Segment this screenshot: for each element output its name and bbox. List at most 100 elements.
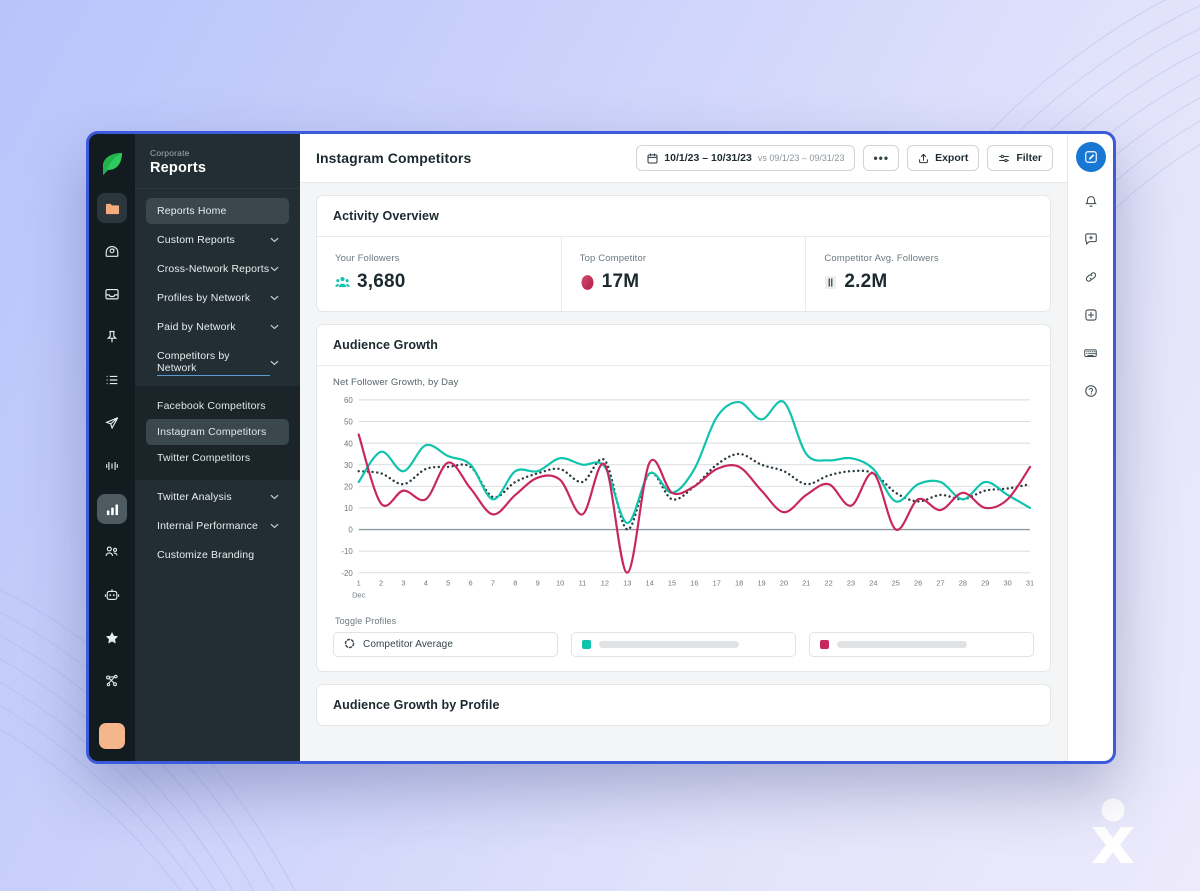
toggle-label-text: Competitor Average	[363, 639, 453, 651]
sidebar-item-twitter-analysis[interactable]: Twitter Analysis	[146, 484, 289, 510]
compose-button[interactable]	[1075, 142, 1106, 172]
bot-icon	[104, 589, 120, 601]
help-button[interactable]	[1078, 378, 1104, 404]
metric-top-competitor: Top Competitor 17M	[562, 237, 807, 311]
metric-value-wrap: 2.2M	[824, 271, 1032, 293]
chart-series-2	[357, 452, 1032, 531]
color-swatch-teal	[582, 640, 591, 650]
sidebar-item-paid-by-network[interactable]: Paid by Network	[146, 314, 289, 340]
audience-growth-card: Audience Growth Net Follower Growth, by …	[316, 324, 1051, 673]
filter-label: Filter	[1016, 152, 1042, 164]
date-range-picker[interactable]: 10/1/23 – 10/31/23 vs 09/1/23 – 09/31/23	[636, 145, 856, 171]
sidebar-item-list[interactable]	[97, 365, 127, 395]
toggle-profile-teal[interactable]	[571, 632, 796, 658]
icon-rail	[89, 134, 135, 761]
toggle-competitor-average[interactable]: Competitor Average	[333, 632, 558, 658]
sidebar-item-customize-branding[interactable]: Customize Branding	[146, 542, 289, 568]
svg-text:20: 20	[780, 579, 788, 588]
chevron-down-icon	[270, 324, 279, 330]
notifications-button[interactable]	[1078, 188, 1104, 214]
svg-text:7: 7	[491, 579, 495, 588]
svg-text:15: 15	[668, 579, 676, 588]
followers-group-icon	[335, 276, 350, 289]
sidebar-item-custom-reports[interactable]: Custom Reports	[146, 227, 289, 253]
export-button[interactable]: Export	[907, 145, 980, 171]
metrics-row: Your Followers 3,680 Top Competitor 17M …	[317, 237, 1050, 311]
top-bar-tools: 10/1/23 – 10/31/23 vs 09/1/23 – 09/31/23…	[636, 145, 1053, 171]
svg-text:40: 40	[344, 439, 353, 448]
sidebar-item-folder[interactable]	[97, 193, 127, 223]
copy-link-button[interactable]	[1078, 264, 1104, 290]
list-icon	[106, 375, 118, 385]
svg-text:31: 31	[1026, 579, 1034, 588]
bar-chart-icon	[106, 503, 118, 515]
top-bar: Instagram Competitors 10/1/23 – 10/31/23…	[300, 134, 1067, 183]
sidebar-item-reports-home[interactable]: Reports Home	[146, 198, 289, 224]
filter-button[interactable]: Filter	[987, 145, 1053, 171]
sidebar-item-pin[interactable]	[97, 322, 127, 352]
folder-icon	[105, 203, 119, 214]
color-swatch-crimson	[820, 640, 829, 650]
sidebar-item-label: Internal Performance	[157, 520, 259, 532]
date-range-value: 10/1/23 – 10/31/23	[664, 152, 752, 164]
sidebar-item-label: Twitter Analysis	[157, 491, 232, 503]
keyboard-shortcuts-button[interactable]	[1078, 340, 1104, 366]
sprout-leaf-logo[interactable]	[97, 149, 127, 179]
sidebar-item-twitter-competitors[interactable]: Twitter Competitors	[146, 445, 289, 471]
sidebar-item-advocacy[interactable]	[97, 537, 127, 567]
sidebar-item-facebook-competitors[interactable]: Facebook Competitors	[146, 393, 289, 419]
avatar[interactable]	[99, 723, 125, 749]
chevron-down-icon	[270, 266, 279, 272]
svg-text:30: 30	[344, 461, 353, 470]
chart-area: 60 50 40 30 20 10 0 -10 -20 1 2 3 4 5 6 7 8 9 10 11 12 13 14 15…	[333, 394, 1034, 606]
sidebar-item-bots[interactable]	[97, 580, 127, 610]
sidebar-item-profiles-by-network[interactable]: Profiles by Network	[146, 285, 289, 311]
activity-overview-card: Activity Overview Your Followers 3,680 T…	[316, 195, 1051, 312]
svg-text:5: 5	[446, 579, 450, 588]
more-options-button[interactable]: •••	[863, 145, 900, 171]
svg-text:24: 24	[869, 579, 877, 588]
toggle-profiles-row: Competitor Average	[333, 632, 1034, 658]
brand-block: Corporate Reports	[135, 134, 300, 189]
sidebar-item-cross-network-reports[interactable]: Cross-Network Reports	[146, 256, 289, 282]
date-compare-value: vs 09/1/23 – 09/31/23	[757, 153, 845, 163]
audience-growth-body: Net Follower Growth, by Day 60 50 40 30 20 10…	[317, 366, 1050, 671]
dotted-circle-icon	[344, 638, 355, 652]
sidebar-item-competitors-by-network[interactable]: Competitors by Network	[146, 343, 289, 383]
page-title: Instagram Competitors	[316, 150, 472, 166]
svg-text:25: 25	[892, 579, 900, 588]
metric-your-followers: Your Followers 3,680	[317, 237, 562, 311]
star-icon	[105, 631, 119, 644]
metric-value: 2.2M	[844, 271, 888, 292]
net-follower-growth-chart[interactable]: 6050403020100-10-201 2 3 4 5 6 7 8 9 10 11 12 13 14 15…	[333, 394, 1034, 606]
sidebar-item-inbox[interactable]	[97, 279, 127, 309]
audience-growth-by-profile-title: Audience Growth by Profile	[333, 698, 500, 713]
svg-text:11: 11	[579, 579, 587, 588]
sidebar-item-reviews[interactable]	[97, 623, 127, 653]
sidebar-item-listening[interactable]	[97, 451, 127, 481]
svg-text:21: 21	[802, 579, 810, 588]
svg-text:19: 19	[757, 579, 765, 588]
help-circle-icon	[1084, 385, 1097, 397]
add-widget-button[interactable]	[1078, 302, 1104, 328]
sidebar-item-compass[interactable]	[97, 236, 127, 266]
chevron-down-icon	[270, 237, 279, 243]
sidebar-item-internal-performance[interactable]: Internal Performance	[146, 513, 289, 539]
svg-text:30: 30	[1004, 579, 1012, 588]
sidebar-subgroup-competitors: Facebook Competitors Instagram Competito…	[135, 386, 300, 480]
svg-text:9: 9	[536, 579, 540, 588]
sidebar-item-integrations[interactable]	[97, 666, 127, 696]
toggle-profile-crimson[interactable]	[809, 632, 1034, 658]
chevron-down-icon	[270, 523, 279, 529]
sidebar-item-publishing[interactable]	[97, 408, 127, 438]
sidebar-item-reports[interactable]	[97, 494, 127, 524]
x-person-logo	[1092, 798, 1134, 863]
svg-text:-20: -20	[341, 569, 353, 578]
compass-icon	[105, 245, 119, 257]
svg-text:Dec: Dec	[352, 590, 365, 599]
sidebar-item-instagram-competitors[interactable]: Instagram Competitors	[146, 419, 289, 445]
feedback-button[interactable]	[1078, 226, 1104, 252]
audience-growth-title: Audience Growth	[317, 325, 1050, 366]
main-area: Instagram Competitors 10/1/23 – 10/31/23…	[300, 134, 1067, 761]
inbox-icon	[105, 288, 119, 300]
